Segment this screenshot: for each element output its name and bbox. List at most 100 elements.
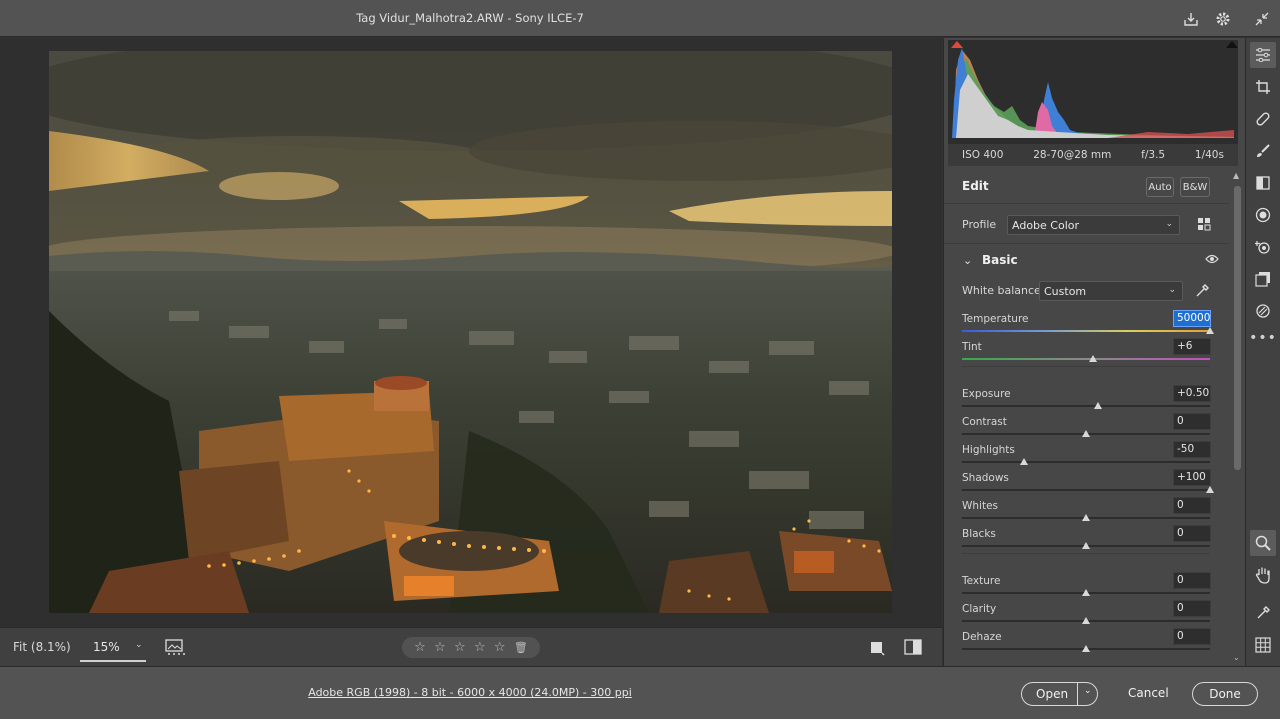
shadows-value-input[interactable]: +100 [1173, 469, 1211, 486]
dehaze-slider-thumb[interactable] [1082, 645, 1090, 652]
footer-bar: Adobe RGB (1998) - 8 bit - 6000 x 4000 (… [0, 666, 1280, 719]
profile-select[interactable]: Adobe Color ⌄ [1007, 215, 1180, 235]
divider [962, 553, 1210, 554]
star-icon[interactable]: ☆ [494, 640, 506, 655]
chevron-up-icon[interactable]: ▲ [1233, 171, 1239, 180]
eyedropper-icon[interactable] [1194, 283, 1210, 302]
view-bar: Fit (8.1%) 15% ⌄ ☆ ☆ ☆ ☆ ☆ 🗑 [0, 627, 942, 666]
more-icon[interactable]: ••• [1249, 328, 1276, 348]
temperature-slider-track[interactable] [962, 330, 1210, 332]
temperature-slider-thumb[interactable] [1206, 327, 1214, 334]
photo-preview[interactable] [49, 51, 892, 613]
auto-button[interactable]: Auto [1146, 177, 1174, 197]
profile-label: Profile [962, 218, 997, 231]
whites-label: Whites [962, 500, 999, 512]
window-title: Tag Vidur_Malhotra2.ARW - Sony ILCE-7 [356, 11, 584, 25]
basic-section-header[interactable]: ⌄ Basic [944, 248, 1229, 274]
clarity-value-input[interactable]: 0 [1173, 600, 1211, 617]
brush-icon[interactable] [1253, 141, 1273, 161]
star-icon[interactable]: ☆ [434, 640, 446, 655]
highlights-slider-track[interactable] [962, 461, 1210, 463]
bw-button[interactable]: B&W [1180, 177, 1210, 197]
presets-icon[interactable] [1253, 269, 1273, 289]
temperature-value-input[interactable]: 50000 [1173, 310, 1211, 327]
snapshots-icon[interactable] [1253, 301, 1273, 321]
radial-filter-icon[interactable] [1253, 205, 1273, 225]
edit-heading: Edit [962, 179, 989, 193]
crop-icon[interactable] [1253, 77, 1273, 97]
white-balance-select[interactable]: Custom ⌄ [1039, 281, 1183, 301]
title-bar: Tag Vidur_Malhotra2.ARW - Sony ILCE-7 [0, 0, 1280, 37]
tint-slider-track[interactable] [962, 358, 1210, 360]
edit-header: Edit Auto B&W [944, 168, 1229, 204]
shadow-clipping-icon[interactable] [951, 41, 963, 48]
zoom-value: 15% [93, 640, 120, 654]
panel-scrollbar[interactable]: ▲ ⌄ [1231, 168, 1243, 666]
chevron-down-icon[interactable]: ⌄ [1233, 653, 1240, 662]
zoom-select[interactable]: 15% ⌄ [80, 634, 146, 662]
texture-label: Texture [962, 575, 1001, 587]
grid-icon[interactable] [1253, 635, 1273, 655]
star-icon[interactable]: ☆ [414, 640, 426, 655]
linear-gradient-icon[interactable] [1253, 173, 1273, 193]
edit-sliders-icon[interactable] [1250, 42, 1276, 68]
before-after-split-icon[interactable] [904, 639, 922, 658]
exposure-slider-track[interactable] [962, 405, 1210, 407]
gear-icon[interactable] [1213, 9, 1233, 29]
tint-value-input[interactable]: +6 [1173, 338, 1211, 355]
done-button[interactable]: Done [1192, 682, 1258, 706]
whites-slider-thumb[interactable] [1082, 514, 1090, 521]
trash-icon[interactable]: 🗑 [514, 641, 528, 654]
blacks-slider-thumb[interactable] [1082, 542, 1090, 549]
lens-value: 28-70@28 mm [1033, 149, 1112, 161]
color-sampler-icon[interactable] [1253, 603, 1273, 623]
collapse-icon[interactable] [1252, 9, 1272, 29]
chevron-down-icon[interactable]: ⌄ [963, 254, 972, 267]
image-canvas[interactable] [0, 38, 942, 627]
fit-zoom-button[interactable]: Fit (8.1%) [13, 640, 71, 654]
scrollbar-thumb[interactable] [1234, 186, 1241, 470]
star-rating[interactable]: ☆ ☆ ☆ ☆ ☆ 🗑 [402, 637, 540, 658]
hand-icon[interactable] [1253, 565, 1273, 585]
exposure-slider-thumb[interactable] [1094, 402, 1103, 409]
blacks-label: Blacks [962, 528, 996, 540]
chevron-down-icon: ⌄ [135, 640, 143, 650]
chevron-down-icon[interactable]: ⌄ [1084, 686, 1092, 696]
highlights-label: Highlights [962, 444, 1015, 456]
divider [944, 243, 1229, 244]
healing-icon[interactable] [1253, 109, 1273, 129]
highlight-clipping-icon[interactable] [1226, 41, 1238, 48]
before-after-single-icon[interactable] [869, 640, 885, 659]
contrast-slider-thumb[interactable] [1082, 430, 1090, 437]
profile-browser-icon[interactable] [1197, 217, 1211, 234]
exposure-label: Exposure [962, 388, 1011, 400]
star-icon[interactable]: ☆ [454, 640, 466, 655]
shadows-slider-thumb[interactable] [1206, 486, 1214, 493]
contrast-value-input[interactable]: 0 [1173, 413, 1211, 430]
whites-value-input[interactable]: 0 [1173, 497, 1211, 514]
open-button[interactable]: Open ⌄ [1021, 682, 1098, 706]
clarity-slider-thumb[interactable] [1082, 617, 1090, 624]
dehaze-label: Dehaze [962, 631, 1002, 643]
eye-icon[interactable] [1205, 253, 1219, 268]
shadows-slider-track[interactable] [962, 489, 1210, 491]
texture-value-input[interactable]: 0 [1173, 572, 1211, 589]
dehaze-value-input[interactable]: 0 [1173, 628, 1211, 645]
blacks-value-input[interactable]: 0 [1173, 525, 1211, 542]
star-icon[interactable]: ☆ [474, 640, 486, 655]
tint-label: Tint [962, 341, 982, 353]
tint-slider-thumb[interactable] [1089, 355, 1098, 362]
red-eye-icon[interactable] [1253, 237, 1273, 257]
cancel-button[interactable]: Cancel [1128, 686, 1169, 700]
exposure-value-input[interactable]: +0.50 [1173, 385, 1211, 402]
histogram [948, 40, 1238, 144]
save-icon[interactable] [1181, 9, 1201, 29]
workflow-options-link[interactable]: Adobe RGB (1998) - 8 bit - 6000 x 4000 (… [0, 686, 940, 699]
profile-value: Adobe Color [1012, 219, 1080, 232]
texture-slider-thumb[interactable] [1082, 589, 1090, 596]
shutter-value: 1/40s [1194, 149, 1224, 161]
highlights-value-input[interactable]: -50 [1173, 441, 1211, 458]
filmstrip-icon[interactable] [165, 638, 187, 659]
highlights-slider-thumb[interactable] [1020, 458, 1028, 465]
zoom-icon[interactable] [1250, 530, 1276, 556]
